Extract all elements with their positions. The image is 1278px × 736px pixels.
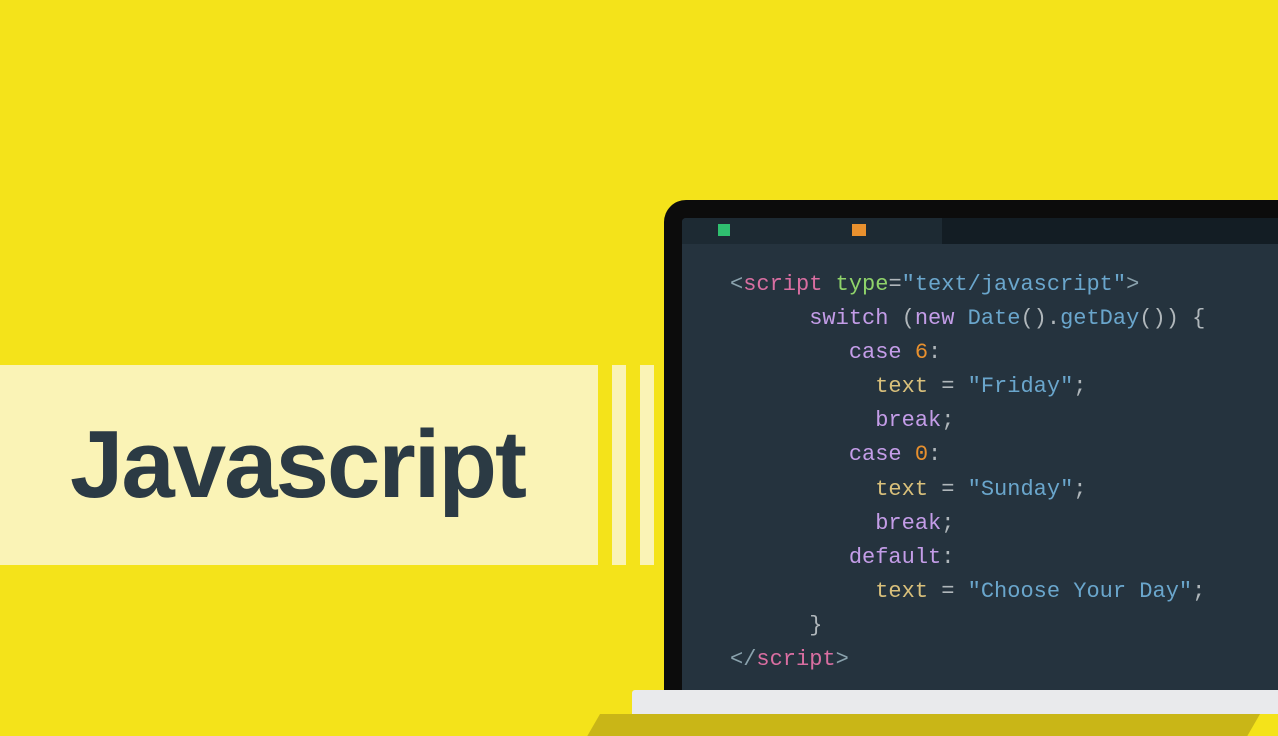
code-token: ; — [941, 408, 954, 433]
code-token: text — [875, 374, 928, 399]
code-token: switch — [809, 306, 888, 331]
code-token: " — [1179, 579, 1192, 604]
code-token: break — [875, 511, 941, 536]
code-token: > — [1126, 272, 1139, 297]
code-token: script — [756, 647, 835, 672]
code-token: case — [849, 340, 902, 365]
decorative-stripe — [612, 365, 626, 565]
code-token: Sunday — [981, 477, 1060, 502]
laptop-screen: <script type="text/javascript"> switch (… — [682, 218, 1278, 690]
code-token: ; — [1192, 579, 1205, 604]
code-token: script — [743, 272, 822, 297]
code-token: } — [809, 613, 822, 638]
code-token — [954, 477, 967, 502]
code-token: ()) { — [1139, 306, 1205, 331]
code-token: : — [941, 545, 954, 570]
tab-indicator-orange — [852, 224, 866, 236]
code-token: ( — [888, 306, 914, 331]
code-token: ; — [1073, 374, 1086, 399]
code-token — [928, 477, 941, 502]
code-token: = — [941, 477, 954, 502]
code-token: break — [875, 408, 941, 433]
code-token: = — [888, 272, 901, 297]
code-token: = — [941, 374, 954, 399]
code-token — [954, 579, 967, 604]
code-token: " — [1060, 477, 1073, 502]
code-token: " — [1113, 272, 1126, 297]
code-token: ; — [1073, 477, 1086, 502]
tab-indicator-green — [718, 224, 730, 236]
editor-tab-bar — [682, 218, 1278, 244]
code-token: text/javascript — [915, 272, 1113, 297]
code-token: new — [915, 306, 955, 331]
code-token: > — [836, 647, 849, 672]
code-token — [902, 340, 915, 365]
code-token: Choose Your Day — [981, 579, 1179, 604]
code-token — [928, 374, 941, 399]
code-token — [954, 306, 967, 331]
code-token: text — [875, 579, 928, 604]
code-token: Friday — [981, 374, 1060, 399]
decorative-stripe — [640, 365, 654, 565]
code-token: = — [941, 579, 954, 604]
code-token: 0 — [915, 442, 928, 467]
code-token: type — [822, 272, 888, 297]
code-token: " — [1060, 374, 1073, 399]
code-token: case — [849, 442, 902, 467]
page-title: Javascript — [70, 410, 525, 520]
code-token: (). — [1020, 306, 1060, 331]
laptop-bezel: <script type="text/javascript"> switch (… — [664, 200, 1278, 690]
tab-block — [942, 218, 1278, 244]
code-token: < — [730, 272, 743, 297]
code-block: <script type="text/javascript"> switch (… — [682, 244, 1278, 677]
laptop-shadow — [587, 714, 1260, 736]
code-token: </ — [730, 647, 756, 672]
code-token: getDay — [1060, 306, 1139, 331]
code-token: text — [875, 477, 928, 502]
code-token: : — [928, 340, 941, 365]
laptop-base — [632, 690, 1278, 714]
code-token: " — [902, 272, 915, 297]
code-token — [902, 442, 915, 467]
code-token: " — [968, 374, 981, 399]
code-token: default — [849, 545, 941, 570]
code-token: Date — [968, 306, 1021, 331]
laptop-illustration: <script type="text/javascript"> switch (… — [664, 200, 1278, 714]
code-token: ; — [941, 511, 954, 536]
code-token: : — [928, 442, 941, 467]
code-token — [954, 374, 967, 399]
title-band: Javascript — [0, 365, 598, 565]
code-token: " — [968, 477, 981, 502]
code-token: 6 — [915, 340, 928, 365]
code-token — [928, 579, 941, 604]
code-token: " — [968, 579, 981, 604]
